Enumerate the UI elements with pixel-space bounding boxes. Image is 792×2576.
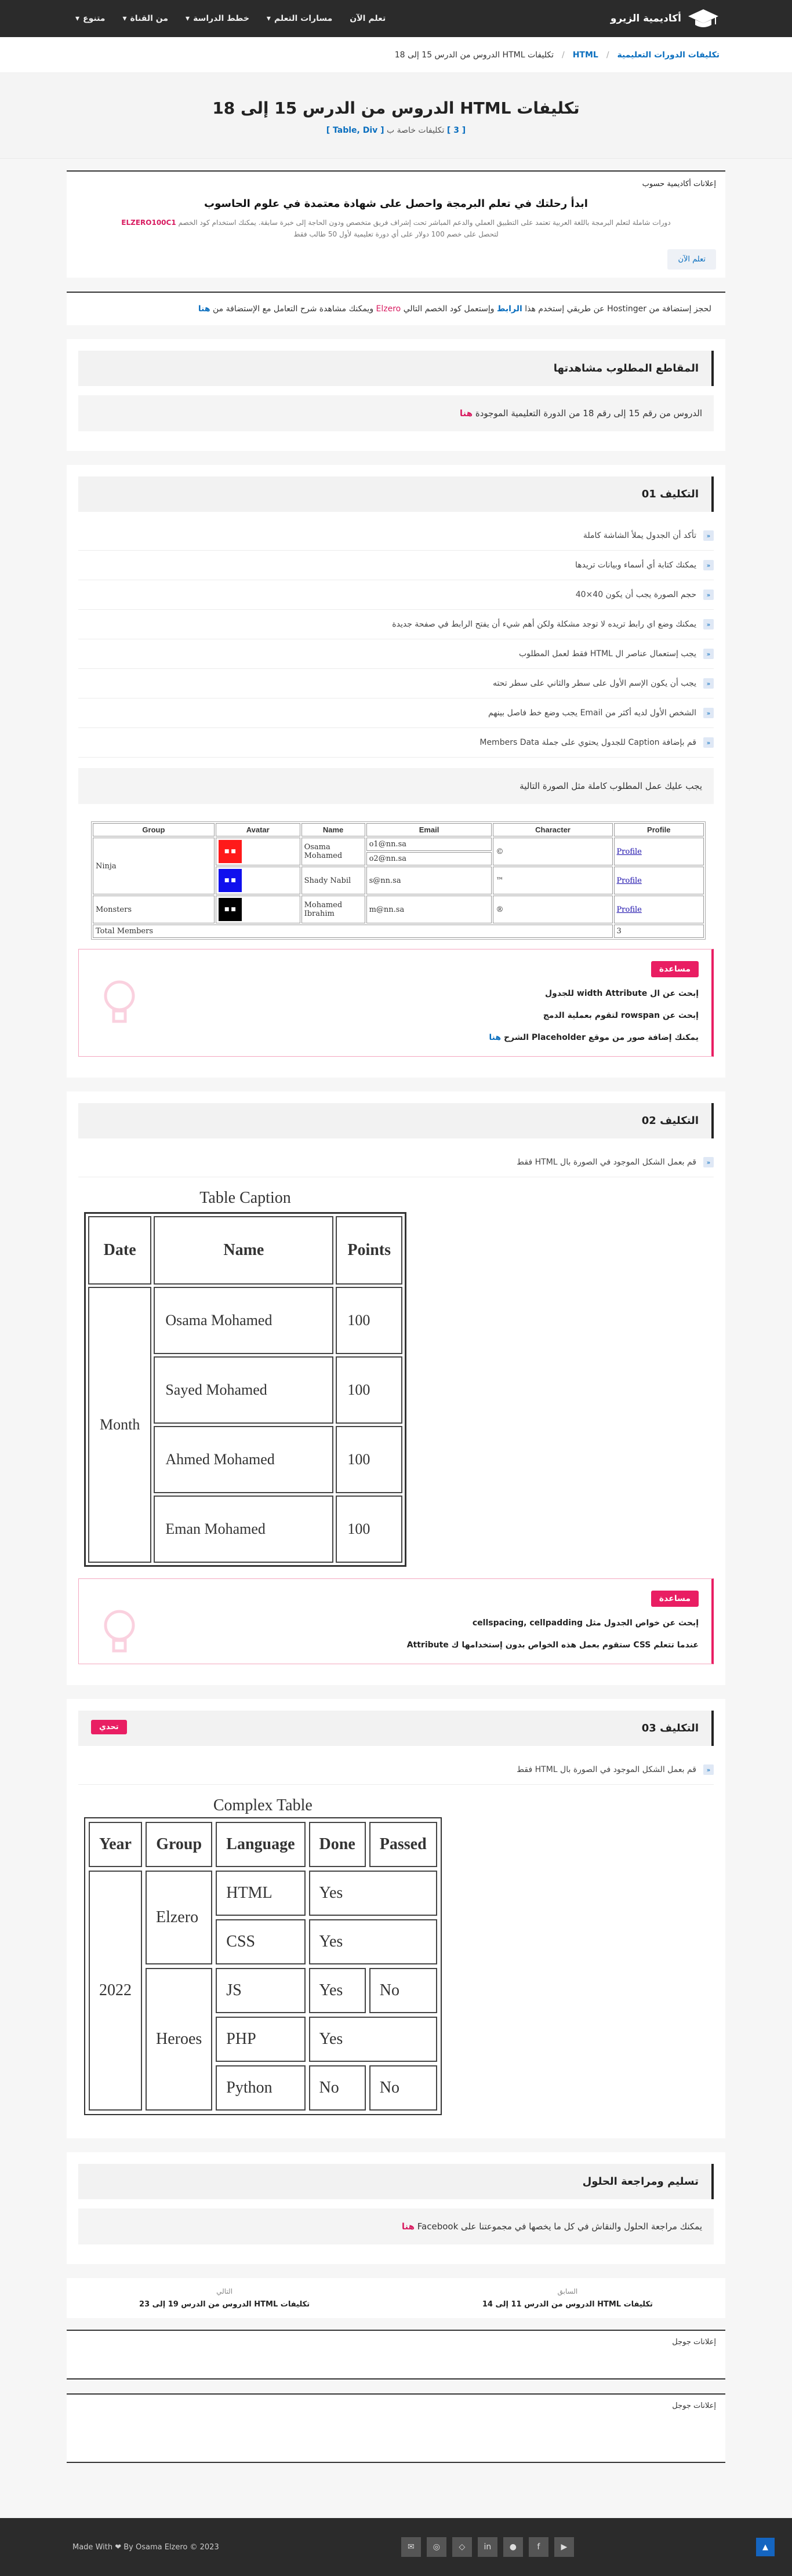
graduation-cap-icon — [687, 7, 720, 30]
videos-box: الدروس من رقم 15 إلى رقم 18 من الدورة ال… — [78, 395, 714, 431]
google-ads: إعلانات جوجل — [67, 2393, 725, 2463]
instagram-icon[interactable]: ◎ — [426, 2537, 446, 2557]
breadcrumb-separator: / — [561, 50, 565, 60]
videos-link[interactable]: هنا — [460, 408, 473, 419]
github-icon[interactable]: ● — [503, 2537, 523, 2557]
breadcrumb-current: تكليفات HTML الدروس من الدرس 15 إلى 18 — [394, 50, 554, 60]
facebook-icon[interactable]: f — [528, 2537, 548, 2557]
double-arrow-icon: « — [703, 590, 714, 600]
scroll-top-button[interactable]: ▲ — [755, 2538, 775, 2556]
brand-name: أكاديمية الزيرو — [610, 13, 681, 24]
profile-link[interactable]: Profile — [617, 905, 642, 914]
double-arrow-icon: « — [703, 737, 714, 748]
help-tag: مساعدة — [651, 1591, 699, 1607]
ad-title: ابدأ رحلتك في تعلم البرمجة واحصل على شها… — [204, 198, 588, 210]
nav-item-plans[interactable]: خطط الدراسة ▾ — [186, 14, 249, 23]
double-arrow-icon: « — [703, 1157, 714, 1167]
task-item: «يمكنك وضع اي رابط تريده لا توجد مشكلة و… — [78, 610, 714, 639]
page-title: تكليفات HTML الدروس من الدرس 15 إلى 18 — [212, 99, 580, 118]
section-title: تسليم ومراجعة الحلول — [78, 2164, 714, 2199]
hosting-notice: لحجز إستضافة من Hostinger عن طريقي إستخد… — [67, 292, 725, 325]
assignment-03: التكليف 03 تحدي «قم بعمل الشكل الموجود في… — [67, 1699, 725, 2138]
complex-table-example: Complex Table Year Group Language Done Passe… — [84, 1796, 714, 2115]
breadcrumb-home[interactable]: تكليفات الدورات التعليمية — [617, 50, 720, 60]
videos-section: المقاطع المطلوب مشاهدتها الدروس من رقم 1… — [67, 339, 725, 451]
task-item: «الشخص الأول لديه أكثر من Email يجب وضع … — [78, 698, 714, 728]
lightbulb-icon — [104, 1610, 135, 1653]
submission-box: يمكنك مراجعة الحلول والنقاش في كل ما يخص… — [78, 2208, 714, 2244]
assignment-02: التكليف 02 «قم بعمل الشكل الموجود في الص… — [67, 1091, 725, 1685]
task-item: «قم بعمل الشكل الموجود في الصورة بال HTM… — [78, 1148, 714, 1177]
content: إعلانات أكاديمية حسوب ابدأ رحلتك في تعلم… — [67, 170, 725, 2463]
nav-item-channel[interactable]: من القناة ▾ — [122, 14, 168, 23]
section-title: التكليف 03 تحدي — [78, 1711, 714, 1746]
top-navbar: أكاديمية الزيرو تعلم الآن مسارات التعلم … — [0, 0, 792, 37]
assignment-01: التكليف 01 «تأكد أن الجدول يملأ الشاشة ك… — [67, 465, 725, 1078]
page-subtitle: [ 3 ] تكليفات خاصة ب [ Table, Div ] — [326, 126, 466, 135]
tags: [ Table, Div ] — [326, 126, 384, 135]
nav-item-paths[interactable]: مسارات التعلم ▾ — [267, 14, 332, 23]
submission-section: تسليم ومراجعة الحلول يمكنك مراجعة الحلول… — [67, 2152, 725, 2264]
email-icon[interactable]: ✉ — [401, 2537, 421, 2557]
youtube-icon[interactable]: ▶ — [554, 2537, 574, 2557]
linkedin-icon[interactable]: in — [477, 2537, 497, 2557]
task-item: «يجب إستعمال عناصر ال HTML فقط لعمل المط… — [78, 639, 714, 669]
double-arrow-icon: « — [703, 560, 714, 570]
double-arrow-icon: « — [703, 530, 714, 541]
hosting-tutorial-link[interactable]: هنا — [198, 304, 210, 314]
footer-credit: Made With ❤ By Osama Elzero © 2023 — [72, 2542, 219, 2552]
ad-text: دورات شاملة لتعلم البرمجة باللغة العربية… — [121, 219, 671, 238]
ad-learn-now-button[interactable]: تعلم الآن — [667, 249, 716, 270]
double-arrow-icon: « — [703, 708, 714, 718]
next-assignment-link[interactable]: التالي تكليفات HTML الدروس من الدرس 19 إل… — [84, 2287, 365, 2309]
profile-link[interactable]: Profile — [617, 847, 642, 856]
pager: السابق تكليفات HTML الدروس من الدرس 11 إل… — [67, 2278, 725, 2318]
section-title: المقاطع المطلوب مشاهدتها — [78, 351, 714, 386]
profile-link[interactable]: Profile — [617, 876, 642, 885]
task-item: «قم بإضافة Caption للجدول يحتوي على جملة… — [78, 728, 714, 758]
avatar: ■ ■ — [218, 869, 242, 892]
double-arrow-icon: « — [703, 678, 714, 689]
google-ads: إعلانات جوجل — [67, 2330, 725, 2379]
challenge-badge: تحدي — [91, 1720, 127, 1734]
breadcrumb: تكليفات الدورات التعليمية / HTML / تكليف… — [0, 37, 792, 73]
section-title: التكليف 02 — [78, 1103, 714, 1138]
task-item: «قم بعمل الشكل الموجود في الصورة بال HTM… — [78, 1755, 714, 1785]
assignments-count: [ 3 ] — [446, 126, 466, 135]
main-menu: تعلم الآن مسارات التعلم ▾ خطط الدراسة ▾ … — [75, 14, 386, 23]
ad-label: إعلانات أكاديمية حسوب — [642, 180, 716, 188]
task-item: «يجب أن يكون الإسم الأول على سطر والثاني… — [78, 669, 714, 698]
task-item: «تأكد أن الجدول يملأ الشاشة كاملة — [78, 521, 714, 551]
avatar: ■ ■ — [218, 898, 242, 921]
codepen-icon[interactable]: ◇ — [452, 2537, 472, 2557]
double-arrow-icon: « — [703, 619, 714, 630]
help-tag: مساعدة — [651, 961, 699, 977]
nav-item-misc[interactable]: متنوع ▾ — [75, 14, 105, 23]
section-title: التكليف 01 — [78, 476, 714, 512]
placeholder-tutorial-link[interactable]: هنا — [489, 1033, 501, 1042]
facebook-group-link[interactable]: هنا — [402, 2221, 415, 2232]
task-item: «يمكنك كتابة أي أسماء وبيانات تريدها — [78, 551, 714, 580]
help-box: مساعدة إبحث عن خواص الجدول مثل cellspaci… — [78, 1578, 714, 1664]
double-arrow-icon: « — [703, 1764, 714, 1775]
breadcrumb-separator: / — [606, 50, 609, 60]
task-item: «حجم الصورة يجب أن يكون 40×40 — [78, 580, 714, 610]
lightbulb-icon — [104, 980, 135, 1023]
brand-logo[interactable]: أكاديمية الزيرو — [611, 7, 720, 30]
instruction-box: يجب عليك عمل المطلوب كاملة مثل الصورة ال… — [78, 768, 714, 804]
breadcrumb-course[interactable]: HTML — [573, 50, 598, 60]
prev-assignment-link[interactable]: السابق تكليفات HTML الدروس من الدرس 11 إل… — [427, 2287, 708, 2309]
social-links: ✉ ◎ ◇ in ● f ▶ — [401, 2537, 574, 2557]
hosting-link[interactable]: الرابط — [497, 304, 522, 314]
members-table-example: Group Avatar Name Email Character Profile Nin… — [91, 821, 706, 940]
discount-code: Elzero — [376, 304, 401, 314]
double-arrow-icon: « — [703, 649, 714, 659]
nav-item-learn-now[interactable]: تعلم الآن — [350, 14, 386, 23]
help-box: مساعدة إبحث عن ال width Attribute للجدول… — [78, 949, 714, 1057]
avatar: ■ ■ — [218, 840, 242, 863]
hsoub-ad: إعلانات أكاديمية حسوب ابدأ رحلتك في تعلم… — [67, 170, 725, 278]
footer: Made With ❤ By Osama Elzero © 2023 ✉ ◎ ◇… — [0, 2518, 792, 2576]
page-hero: تكليفات HTML الدروس من الدرس 15 إلى 18 [… — [0, 73, 792, 159]
points-table-example: Table Caption Date Name Points Month Osama … — [84, 1189, 714, 1567]
